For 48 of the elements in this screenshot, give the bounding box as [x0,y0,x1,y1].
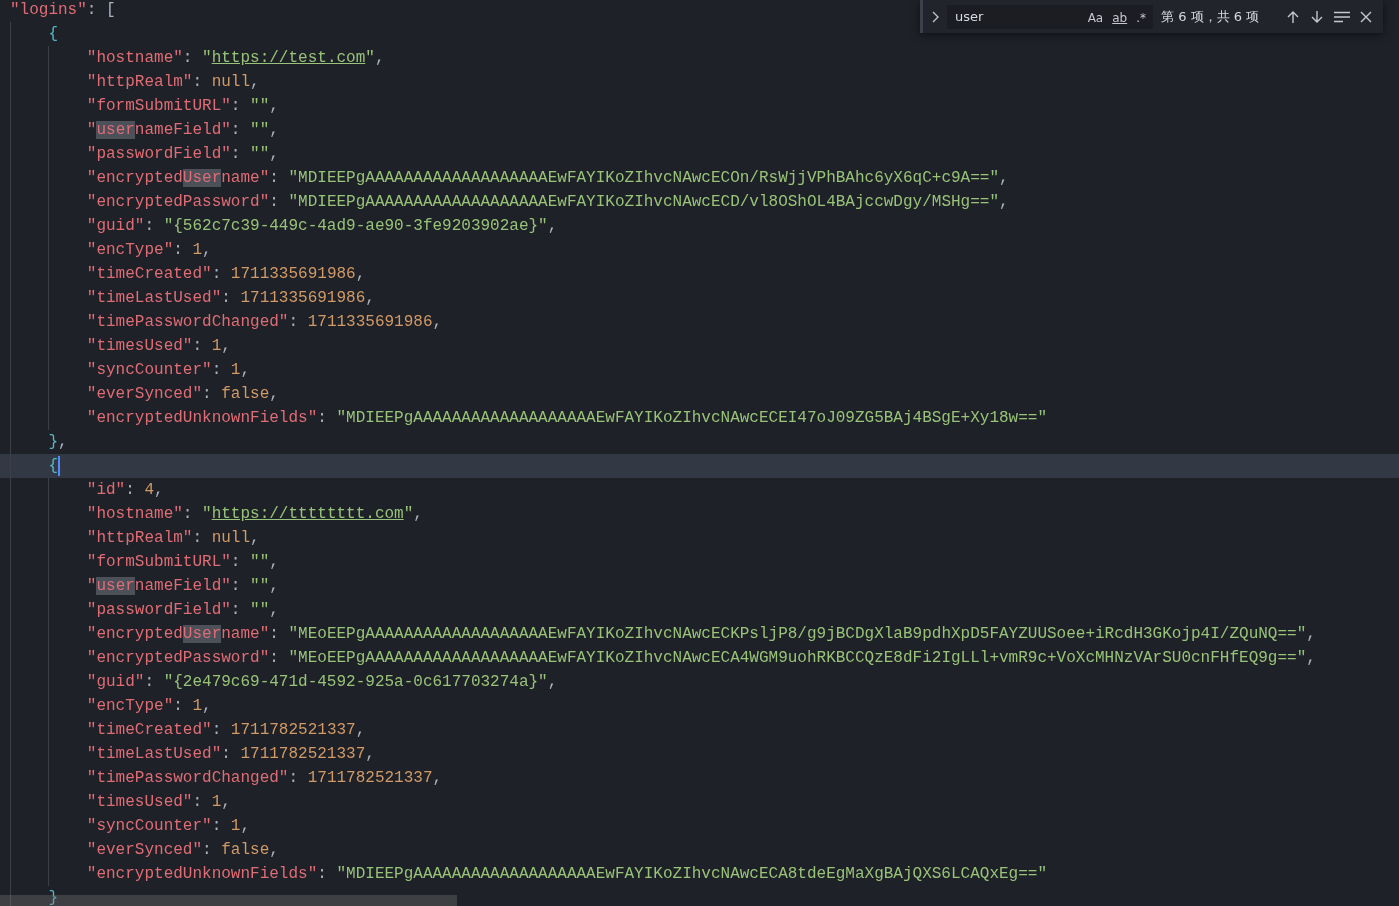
code-line: "encryptedPassword": "MEoEEPgAAAAAAAAAAAAAAAAAAAEwFAYIKoZIhvcNAwcECA4WGM9uohRKBCCQzE8dFi2IgLLl+vmR9c+VoXcMHNzVArSU0cnFHfEQ9g==", [85,648,1316,669]
code-line: "timeCreated": 1711335691986, [85,264,366,285]
search-option-toggle[interactable]: .* [1133,8,1149,27]
code-line: "encType": 1, [85,696,212,717]
code-line: { [47,24,58,45]
code-line: { [0,454,60,478]
code-line: "timesUsed": 1, [85,792,231,813]
code-line: "hostname": "https://tttttttt.com", [85,504,423,525]
code-line: "passwordField": "", [85,144,279,165]
code-line: "encType": 1, [85,240,212,261]
code-line: "syncCounter": 1, [85,816,251,837]
code-line: "guid": "{562c7c39-449c-4ad9-ae90-3fe9203902ae}", [85,216,558,237]
code-line: "formSubmitURL": "", [85,552,279,573]
chevron-icon [932,10,940,23]
find-field[interactable]: user Aa ab .* [947,4,1153,29]
close-icon [1360,10,1372,23]
code-line: }, [47,432,68,453]
code-line: "encryptedUsername": "MEoEEPgAAAAAAAAAAAAAAAAAAAEwFAYIKoZIhvcNAwcECKPsljP8/g9jBCDgXlaB9pdhXpD5FAYZUUSoee+iRcdH3GKojp4I/ZQuNQ==", [85,624,1316,645]
code-line: "encryptedPassword": "MDIEEPgAAAAAAAAAAAAAAAAAAAEwFAYIKoZIhvcNAwcECD/vl8OShOL4BAjccwDgy/MSHg==", [85,192,1009,213]
match-count: 第 6 项，共 6 项 [1161,7,1261,26]
code-line: "timesUsed": 1, [85,336,231,357]
code-line: "usernameField": "", [85,576,279,597]
code-line: "everSynced": false, [85,384,279,405]
code-line: "hostname": "https://test.com", [85,48,385,69]
code-line: "timeLastUsed": 1711335691986, [85,288,375,309]
code-line: "encryptedUnknownFields": "MDIEEPgAAAAAAAAAAAAAAAAAAAEwFAYIKoZIhvcNAwcECEI47oJ09ZG5BAj4BSgE+Xy18w==" [85,408,1047,429]
code-line: "timePasswordChanged": 1711782521337, [85,768,443,789]
code-line: "guid": "{2e479c69-471d-4592-925a-0c617703274a}", [85,672,558,693]
code-line: "timeLastUsed": 1711782521337, [85,744,375,765]
code-line: "passwordField": "", [85,600,279,621]
code-line: "formSubmitURL": "", [85,96,279,117]
code-line: "httpRealm": null, [85,72,260,93]
arrow-down-icon [1310,9,1324,24]
code-line: "httpRealm": null, [85,528,260,549]
search-option-toggle[interactable]: ab [1109,8,1131,27]
code-line: "syncCounter": 1, [85,360,251,381]
code-line: "everSynced": false, [85,840,279,861]
search-option-toggle[interactable]: Aa [1084,8,1107,27]
lines-icon [1334,10,1350,23]
code-line: "timePasswordChanged": 1711335691986, [85,312,443,333]
code-line: "usernameField": "", [85,120,279,141]
code-line: "encryptedUsername": "MDIEEPgAAAAAAAAAAAAAAAAAAAEwFAYIKoZIhvcNAwcECOn/RsWjjVPhBAhc6yX6qC+c9A==", [85,168,1009,189]
code-line: "encryptedUnknownFields": "MDIEEPgAAAAAAAAAAAAAAAAAAAEwFAYIKoZIhvcNAwcECA8tdeEgMaXgBAjQXS6LCAQxEg==" [85,864,1047,885]
code-line: } [47,888,58,906]
code-line: "id": 4, [85,480,164,501]
code-line: "timeCreated": 1711782521337, [85,720,366,741]
code-line: "logins": [ [9,0,116,21]
arrow-up-icon [1286,9,1300,24]
